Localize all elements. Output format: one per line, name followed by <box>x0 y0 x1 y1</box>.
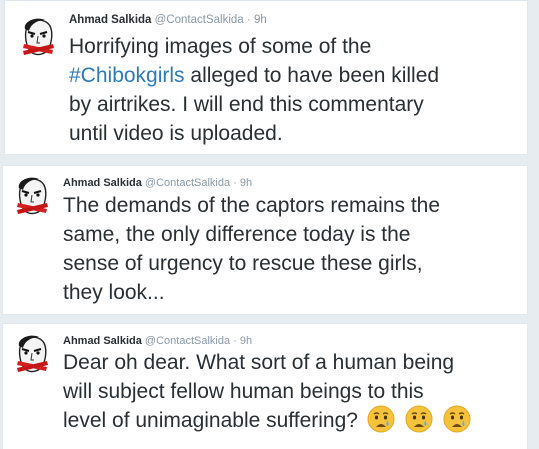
tweet-text-line: #Chibokgirls alleged to have been killed <box>69 61 439 90</box>
crying-face-emoji-icon <box>405 405 433 433</box>
author-handle[interactable]: @ContactSalkida <box>145 335 230 347</box>
crying-face-emoji-icon <box>443 405 471 433</box>
timeline: Ahmad Salkida @ContactSalkida · 9h Horri… <box>0 0 539 449</box>
avatar[interactable] <box>13 176 51 220</box>
tweet-text: Dear oh dear. What sort of a human being… <box>63 348 472 435</box>
author-name[interactable]: Ahmad Salkida <box>69 14 151 26</box>
separator: · <box>246 14 251 26</box>
tweet-text-line: they look... <box>63 281 165 304</box>
gagged-face-avatar-icon <box>19 17 57 61</box>
separator: · <box>233 335 237 347</box>
tweet-header: Ahmad Salkida @ContactSalkida · 9h <box>63 176 252 190</box>
tweet-text-line: level of unimaginable suffering? <box>63 405 472 435</box>
timestamp[interactable]: 9h <box>240 335 252 347</box>
tweet-text-line: until video is uploaded. <box>69 122 283 145</box>
tweet-text-line: sense of urgency to rescue these girls, <box>63 252 423 275</box>
tweet-text-line: The demands of the captors remains the <box>63 194 441 217</box>
separator: · <box>233 177 237 189</box>
tweet-text-line: will subject fellow human beings to this <box>63 380 424 403</box>
avatar[interactable] <box>19 17 57 61</box>
author-handle[interactable]: @ContactSalkida <box>145 177 230 189</box>
avatar[interactable] <box>13 334 51 378</box>
tweet-text: The demands of the captors remains the s… <box>63 191 440 307</box>
timestamp[interactable]: 9h <box>240 177 252 189</box>
tweet-text: Horrifying images of some of the #Chibok… <box>69 32 439 148</box>
author-name[interactable]: Ahmad Salkida <box>63 177 142 189</box>
gagged-face-avatar-icon <box>13 334 51 378</box>
tweet-header: Ahmad Salkida @ContactSalkida · 9h <box>63 334 252 348</box>
crying-face-emoji-icon <box>367 405 395 433</box>
tweet-text-line: Horrifying images of some of the <box>69 35 372 58</box>
tweet-text-line: same, the only difference today is the <box>63 223 411 246</box>
tweet[interactable]: Ahmad Salkida @ContactSalkida · 9h The d… <box>2 165 528 315</box>
tweet[interactable]: Ahmad Salkida @ContactSalkida · 9h Dear … <box>2 323 528 449</box>
tweet-text-line: Dear oh dear. What sort of a human being <box>63 351 455 374</box>
tweet-header: Ahmad Salkida @ContactSalkida · 9h <box>69 13 267 27</box>
tweet-text-segment: alleged to have been killed <box>184 64 440 87</box>
tweet-text-line: by airtrikes. I will end this commentary <box>69 93 424 116</box>
gagged-face-avatar-icon <box>13 176 51 220</box>
tweet[interactable]: Ahmad Salkida @ContactSalkida · 9h Horri… <box>4 0 528 155</box>
hashtag-link[interactable]: #Chibokgirls <box>69 64 185 87</box>
timestamp[interactable]: 9h <box>254 14 267 26</box>
author-name[interactable]: Ahmad Salkida <box>63 335 142 347</box>
tweet-text-segment: level of unimaginable suffering? <box>63 409 358 432</box>
author-handle[interactable]: @ContactSalkida <box>155 14 244 26</box>
